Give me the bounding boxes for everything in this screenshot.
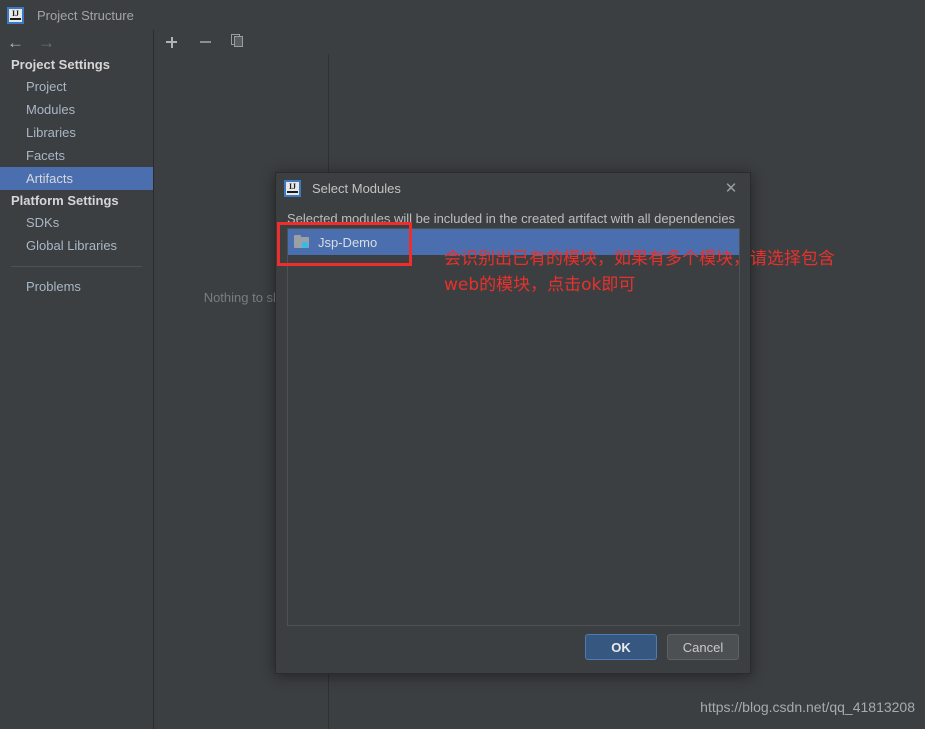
sidebar-group-header: Project Settings xyxy=(11,57,110,72)
dialog-button-bar: OK Cancel xyxy=(276,634,752,660)
module-folder-icon xyxy=(294,235,310,249)
sidebar-item-sdks[interactable]: SDKs xyxy=(0,211,153,234)
annotation-line-2: web的模块，点击ok即可 xyxy=(444,275,636,295)
copy-icon[interactable] xyxy=(231,33,248,51)
ok-button[interactable]: OK xyxy=(585,634,657,660)
sidebar-divider xyxy=(11,266,142,267)
dialog-description: Selected modules will be included in the… xyxy=(287,211,736,226)
sidebar-group-platform-settings: Platform Settings SDKs Global Libraries xyxy=(0,190,153,257)
arrow-right-icon[interactable]: → xyxy=(38,34,55,51)
minus-icon[interactable] xyxy=(197,34,214,51)
dialog-titlebar: IJ Select Modules ✕ xyxy=(276,173,750,203)
sidebar-item-modules[interactable]: Modules xyxy=(0,98,153,121)
annotation-text: 会识别出已有的模块，如果有多个模块，请选择包含 web的模块，点击ok即可 xyxy=(444,246,914,298)
watermark-url: https://blog.csdn.net/qq_41813208 xyxy=(700,699,915,715)
sidebar-item-artifacts[interactable]: Artifacts xyxy=(0,167,153,190)
sidebar-item-problems[interactable]: Problems xyxy=(0,275,153,298)
settings-sidebar: ← → Project Settings Project Modules Lib… xyxy=(0,30,154,729)
window-titlebar: IJ Project Structure xyxy=(0,0,925,30)
sidebar-item-facets[interactable]: Facets xyxy=(0,144,153,167)
annotation-line-1: 会识别出已有的模块，如果有多个模块，请选择包含 xyxy=(444,249,835,269)
intellij-idea-logo-icon: IJ xyxy=(284,179,301,197)
sidebar-item-project[interactable]: Project xyxy=(0,75,153,98)
sidebar-item-libraries[interactable]: Libraries xyxy=(0,121,153,144)
sidebar-group-header: Platform Settings xyxy=(11,193,119,208)
sidebar-navigation-bar: ← → xyxy=(0,30,153,54)
dialog-title: Select Modules xyxy=(312,180,401,196)
sidebar-item-global-libraries[interactable]: Global Libraries xyxy=(0,234,153,257)
module-name: Jsp-Demo xyxy=(318,234,378,250)
artifacts-toolbar xyxy=(155,30,925,54)
plus-icon[interactable] xyxy=(163,34,180,51)
cancel-button[interactable]: Cancel xyxy=(667,634,739,660)
intellij-idea-logo-icon: IJ xyxy=(7,6,24,24)
arrow-left-icon[interactable]: ← xyxy=(7,34,24,51)
sidebar-group-project-settings: Project Settings Project Modules Librari… xyxy=(0,54,153,190)
window-title: Project Structure xyxy=(37,7,134,23)
close-x-icon[interactable]: ✕ xyxy=(720,177,742,199)
